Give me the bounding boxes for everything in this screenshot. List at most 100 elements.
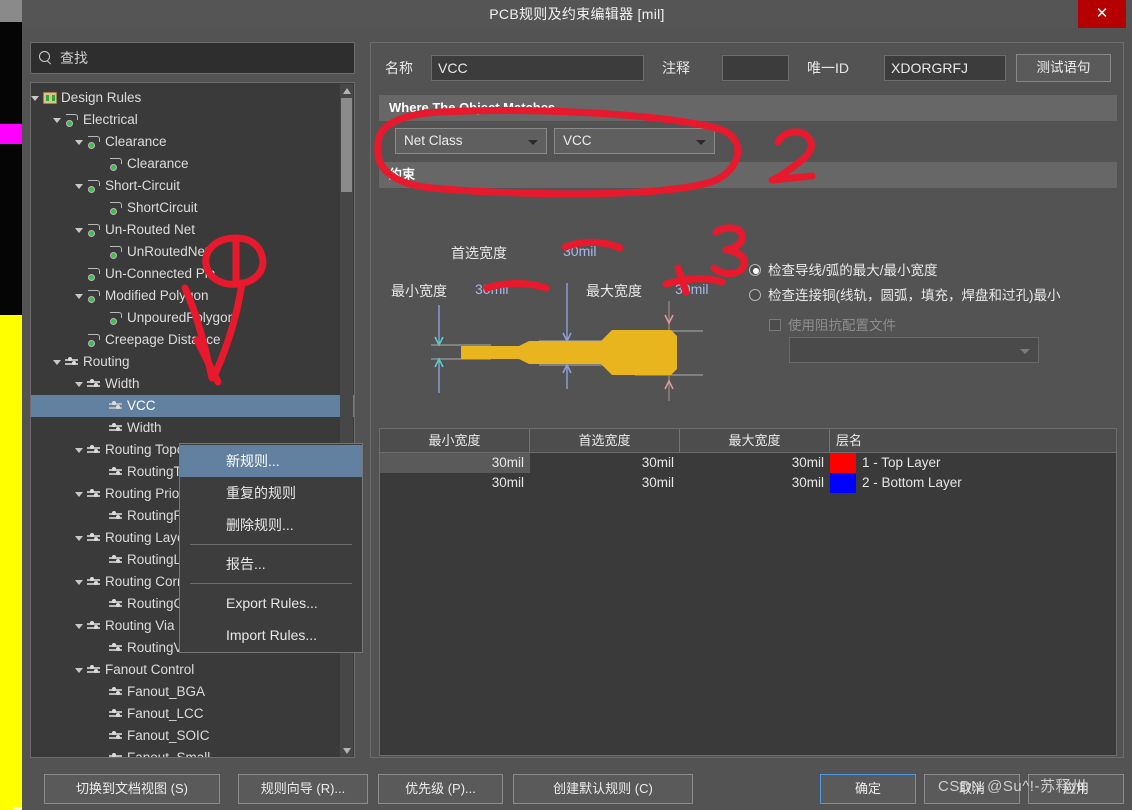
radio-check-track-width[interactable]: 检查导线/弧的最大/最小宽度 [749,259,938,279]
context-menu-item[interactable]: 重复的规则 [180,477,362,509]
chevron-down-icon[interactable] [75,668,83,673]
tree-item-label: Fanout_LCC [127,706,204,721]
width-table-cell-layer[interactable]: 2 - Bottom Layer [856,473,962,493]
chevron-down-icon[interactable] [75,228,83,233]
cancel-button[interactable]: 取消 [924,774,1020,804]
tree-item-fanout-soic[interactable]: Fanout_SOIC [31,725,354,747]
tree-item-fanout-small[interactable]: Fanout_Small [31,747,354,757]
tree-item-un-routed-net[interactable]: Un-Routed Net [31,219,354,241]
routing-icon [87,488,101,500]
tree-item-routing[interactable]: Routing [31,351,354,373]
chevron-down-icon[interactable] [75,492,83,497]
width-table-cell-min[interactable]: 30mil [380,453,530,473]
tree-item-electrical[interactable]: Electrical [31,109,354,131]
width-table-header: 最小宽度 首选宽度 最大宽度 层名 [380,429,1116,453]
tree-item-unroutednet[interactable]: UnRoutedNet [31,241,354,263]
priorities-button[interactable]: 优先级 (P)... [378,774,503,804]
chevron-down-icon[interactable] [75,184,83,189]
chevron-down-icon[interactable] [75,294,83,299]
create-default-rules-button[interactable]: 创建默认规则 (C) [513,774,693,804]
unique-id-field[interactable]: XDORGRFJ [884,55,1006,81]
tree-item-clearance[interactable]: Clearance [31,131,354,153]
tree-item-width[interactable]: Width [31,417,354,439]
tree-item-creepage-distance[interactable]: Creepage Distance [31,329,354,351]
context-menu-item[interactable]: Import Rules... [180,619,362,651]
name-field[interactable]: VCC [431,55,644,81]
width-table-column-header[interactable]: 最小宽度 [380,429,530,452]
unique-id-label: 唯一ID [807,60,849,76]
context-menu-item[interactable]: 新规则... [180,445,362,477]
scroll-down-icon[interactable] [343,748,351,754]
radio-check-track-width-label: 检查导线/弧的最大/最小宽度 [768,263,938,278]
tree-item-width[interactable]: Width [31,373,354,395]
scroll-up-icon[interactable] [343,88,351,94]
test-query-button[interactable]: 测试语句 [1016,54,1111,82]
target-combo[interactable]: VCC [554,128,715,154]
tree-item-vcc[interactable]: VCC [31,395,354,417]
tree-item-clearance[interactable]: Clearance [31,153,354,175]
context-menu-item[interactable]: Export Rules... [180,587,362,619]
pcb-rules-dialog: PCB规则及约束编辑器 [mil] ✕ 查找 Design Rules Elect… [22,0,1132,810]
rule-wizard-button[interactable]: 规则向导 (R)... [238,774,368,804]
width-table-body[interactable]: 30mil 30mil 30mil 1 - Top Layer 30mil 30mil 30… [380,453,1116,493]
context-menu-item[interactable]: 删除规则... [180,509,362,541]
tree-item-fanout-bga[interactable]: Fanout_BGA [31,681,354,703]
context-menu-separator [190,583,352,584]
chevron-down-icon [1020,349,1030,354]
apply-button[interactable]: 应用 [1028,774,1124,804]
width-table-cell-min[interactable]: 30mil [380,473,530,493]
scope-combo-value: Net Class [404,133,463,148]
chevron-down-icon[interactable] [75,140,83,145]
search-placeholder: 查找 [60,50,88,66]
toggle-document-view-button[interactable]: 切换到文档视图 (S) [44,774,220,804]
chevron-down-icon[interactable] [75,448,83,453]
chevron-down-icon[interactable] [53,360,61,365]
electrical-icon [87,290,101,303]
width-table-cell-max[interactable]: 30mil [680,473,830,493]
screen-root: PCB规则及约束编辑器 [mil] ✕ 查找 Design Rules Elect… [0,0,1132,810]
search-input[interactable]: 查找 [30,42,355,74]
radio-indicator-track [749,264,761,277]
tree-item-fanout-control[interactable]: Fanout Control [31,659,354,681]
chevron-down-icon[interactable] [75,580,83,585]
chevron-down-icon[interactable] [31,96,39,101]
chevron-down-icon[interactable] [53,118,61,123]
width-table-cell-preferred[interactable]: 30mil [530,473,680,493]
width-table-cell-max[interactable]: 30mil [680,453,830,473]
chevron-down-icon[interactable] [75,536,83,541]
target-combo-value: VCC [563,133,592,148]
width-table-cell-layer[interactable]: 1 - Top Layer [856,453,941,473]
rule-editor-pane: 名称 VCC 注释 唯一ID XDORGRFJ 测试语句 Where The O… [370,42,1124,758]
width-table-row[interactable]: 30mil 30mil 30mil 2 - Bottom Layer [380,473,1116,493]
chevron-down-icon[interactable] [75,382,83,387]
width-table-row[interactable]: 30mil 30mil 30mil 1 - Top Layer [380,453,1116,473]
tree-context-menu[interactable]: 新规则... 重复的规则 删除规则... 报告... Export Rules... Im… [179,443,363,653]
comment-field[interactable] [722,55,789,81]
width-table-cell-preferred[interactable]: 30mil [530,453,680,473]
chevron-down-icon[interactable] [75,624,83,629]
routing-icon [65,356,79,368]
tree-scrollbar[interactable] [340,84,353,757]
tree-scrollbar-thumb[interactable] [341,98,352,192]
ok-button[interactable]: 确定 [820,774,916,804]
tree-item-un-connected-pin[interactable]: Un-Connected Pin [31,263,354,285]
scope-combo[interactable]: Net Class [395,128,547,154]
context-menu-item[interactable]: 报告... [180,548,362,580]
tree-item-short-circuit[interactable]: Short-Circuit [31,175,354,197]
width-table-column-header[interactable]: 层名 [830,429,1116,452]
width-diagram: 最小宽度 30mil 首选宽度 30mil 最大宽度 30mil [379,233,739,413]
width-table-column-header[interactable]: 最大宽度 [680,429,830,452]
impedance-profile-combo[interactable] [789,337,1039,363]
radio-check-connected-copper[interactable]: 检查连接铜(线轨，圆弧，填充，焊盘和过孔)最小 [749,284,1061,304]
tree-item-fanout-lcc[interactable]: Fanout_LCC [31,703,354,725]
tree-item-shortcircuit[interactable]: ShortCircuit [31,197,354,219]
rules-tree-pane: 查找 Design Rules Electrical Clearance Cleara… [30,42,363,758]
width-table-column-header[interactable]: 首选宽度 [530,429,680,452]
rules-tree[interactable]: Design Rules Electrical Clearance Clearance… [31,83,354,757]
tree-item-unpouredpolygon[interactable]: UnpouredPolygon [31,307,354,329]
rule-header-fields: 名称 VCC 注释 唯一ID XDORGRFJ 测试语句 [371,43,1123,93]
close-icon[interactable]: ✕ [1078,0,1126,28]
checkbox-use-impedance-profile[interactable]: 使用阻抗配置文件 [769,314,896,334]
tree-item-modified-polygon[interactable]: Modified Polygon [31,285,354,307]
tree-item-design-rules[interactable]: Design Rules [31,87,354,109]
